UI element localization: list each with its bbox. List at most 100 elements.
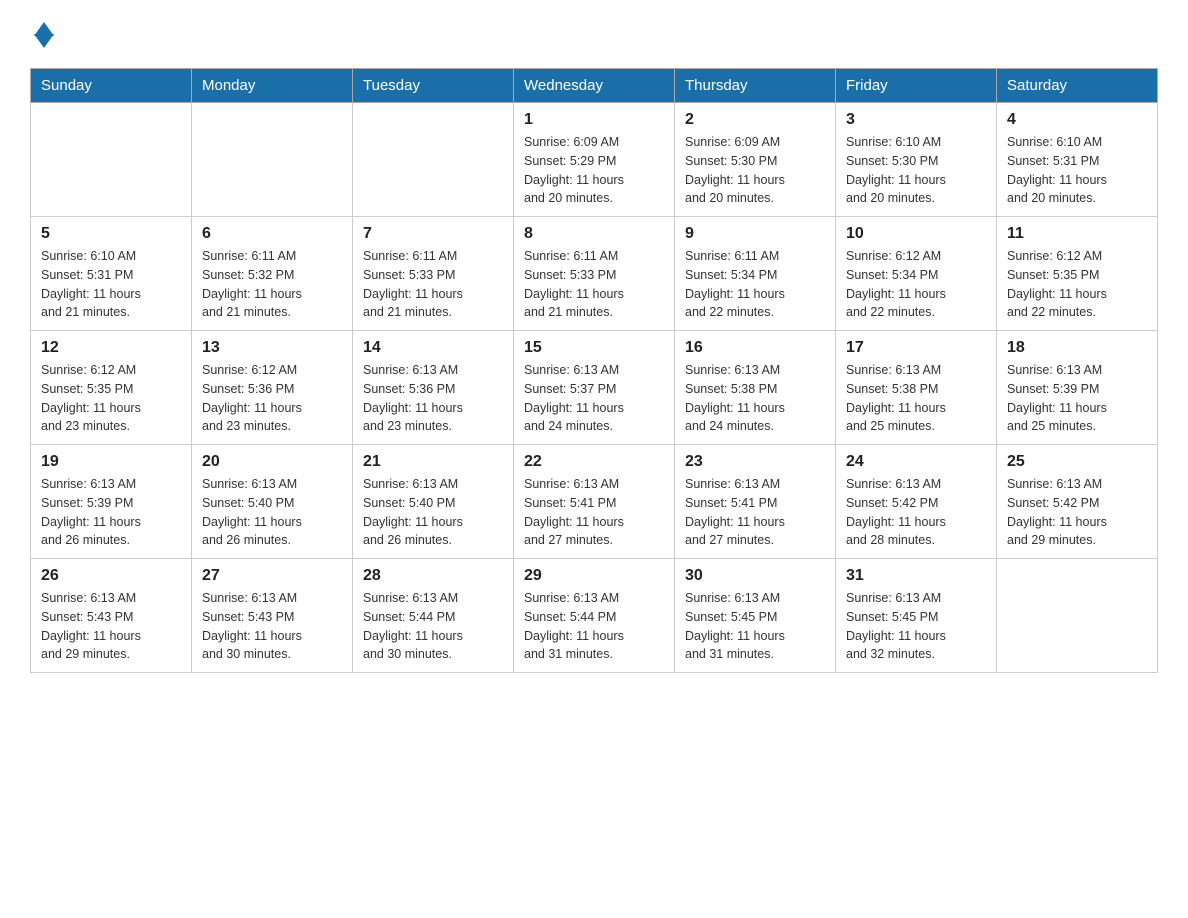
day-info: Sunrise: 6:12 AM Sunset: 5:35 PM Dayligh…: [1007, 247, 1147, 322]
day-number: 28: [363, 567, 503, 585]
day-number: 24: [846, 453, 986, 471]
day-number: 5: [41, 225, 181, 243]
day-number: 10: [846, 225, 986, 243]
day-info: Sunrise: 6:10 AM Sunset: 5:31 PM Dayligh…: [41, 247, 181, 322]
day-info: Sunrise: 6:13 AM Sunset: 5:38 PM Dayligh…: [685, 361, 825, 436]
day-info: Sunrise: 6:13 AM Sunset: 5:45 PM Dayligh…: [846, 589, 986, 664]
calendar-cell: 24 Sunrise: 6:13 AM Sunset: 5:42 PM Dayli…: [836, 445, 997, 559]
day-number: 31: [846, 567, 986, 585]
day-info: Sunrise: 6:13 AM Sunset: 5:39 PM Dayligh…: [41, 475, 181, 550]
day-info: Sunrise: 6:13 AM Sunset: 5:42 PM Dayligh…: [846, 475, 986, 550]
day-info: Sunrise: 6:11 AM Sunset: 5:33 PM Dayligh…: [363, 247, 503, 322]
day-number: 21: [363, 453, 503, 471]
day-number: 4: [1007, 111, 1147, 129]
day-info: Sunrise: 6:11 AM Sunset: 5:32 PM Dayligh…: [202, 247, 342, 322]
day-number: 30: [685, 567, 825, 585]
calendar-cell: 26 Sunrise: 6:13 AM Sunset: 5:43 PM Dayli…: [31, 559, 192, 673]
calendar-week-row: 1 Sunrise: 6:09 AM Sunset: 5:29 PM Daylig…: [31, 103, 1158, 217]
calendar-cell: 7 Sunrise: 6:11 AM Sunset: 5:33 PM Daylig…: [353, 217, 514, 331]
calendar-cell: 23 Sunrise: 6:13 AM Sunset: 5:41 PM Dayli…: [675, 445, 836, 559]
day-info: Sunrise: 6:12 AM Sunset: 5:35 PM Dayligh…: [41, 361, 181, 436]
calendar-cell: [192, 103, 353, 217]
day-info: Sunrise: 6:13 AM Sunset: 5:40 PM Dayligh…: [202, 475, 342, 550]
day-info: Sunrise: 6:13 AM Sunset: 5:43 PM Dayligh…: [202, 589, 342, 664]
calendar-cell: 12 Sunrise: 6:12 AM Sunset: 5:35 PM Dayli…: [31, 331, 192, 445]
calendar-header-monday: Monday: [192, 69, 353, 103]
day-number: 15: [524, 339, 664, 357]
calendar-week-row: 26 Sunrise: 6:13 AM Sunset: 5:43 PM Dayli…: [31, 559, 1158, 673]
calendar-cell: [997, 559, 1158, 673]
day-info: Sunrise: 6:13 AM Sunset: 5:36 PM Dayligh…: [363, 361, 503, 436]
day-number: 7: [363, 225, 503, 243]
calendar-cell: 6 Sunrise: 6:11 AM Sunset: 5:32 PM Daylig…: [192, 217, 353, 331]
day-info: Sunrise: 6:11 AM Sunset: 5:34 PM Dayligh…: [685, 247, 825, 322]
day-info: Sunrise: 6:13 AM Sunset: 5:42 PM Dayligh…: [1007, 475, 1147, 550]
day-number: 1: [524, 111, 664, 129]
day-info: Sunrise: 6:10 AM Sunset: 5:30 PM Dayligh…: [846, 133, 986, 208]
day-number: 26: [41, 567, 181, 585]
calendar-cell: 10 Sunrise: 6:12 AM Sunset: 5:34 PM Dayli…: [836, 217, 997, 331]
calendar-cell: 30 Sunrise: 6:13 AM Sunset: 5:45 PM Dayli…: [675, 559, 836, 673]
day-number: 19: [41, 453, 181, 471]
day-info: Sunrise: 6:10 AM Sunset: 5:31 PM Dayligh…: [1007, 133, 1147, 208]
page-header: [30, 20, 1158, 48]
calendar-week-row: 19 Sunrise: 6:13 AM Sunset: 5:39 PM Dayli…: [31, 445, 1158, 559]
calendar-cell: 3 Sunrise: 6:10 AM Sunset: 5:30 PM Daylig…: [836, 103, 997, 217]
day-number: 6: [202, 225, 342, 243]
calendar-cell: 25 Sunrise: 6:13 AM Sunset: 5:42 PM Dayli…: [997, 445, 1158, 559]
calendar-week-row: 5 Sunrise: 6:10 AM Sunset: 5:31 PM Daylig…: [31, 217, 1158, 331]
day-info: Sunrise: 6:13 AM Sunset: 5:45 PM Dayligh…: [685, 589, 825, 664]
day-number: 27: [202, 567, 342, 585]
calendar-cell: 16Sunrise: 6:13 AM Sunset: 5:38 PM Dayli…: [675, 331, 836, 445]
calendar-cell: 14 Sunrise: 6:13 AM Sunset: 5:36 PM Dayli…: [353, 331, 514, 445]
calendar-header-wednesday: Wednesday: [514, 69, 675, 103]
day-number: 29: [524, 567, 664, 585]
day-info: Sunrise: 6:13 AM Sunset: 5:43 PM Dayligh…: [41, 589, 181, 664]
calendar-table: SundayMondayTuesdayWednesdayThursdayFrid…: [30, 68, 1158, 673]
calendar-header-tuesday: Tuesday: [353, 69, 514, 103]
calendar-cell: 22Sunrise: 6:13 AM Sunset: 5:41 PM Dayli…: [514, 445, 675, 559]
calendar-cell: 15 Sunrise: 6:13 AM Sunset: 5:37 PM Dayli…: [514, 331, 675, 445]
day-number: 20: [202, 453, 342, 471]
day-number: 2: [685, 111, 825, 129]
calendar-header-thursday: Thursday: [675, 69, 836, 103]
calendar-cell: 8 Sunrise: 6:11 AM Sunset: 5:33 PM Daylig…: [514, 217, 675, 331]
calendar-cell: 1 Sunrise: 6:09 AM Sunset: 5:29 PM Daylig…: [514, 103, 675, 217]
day-number: 3: [846, 111, 986, 129]
calendar-cell: 17Sunrise: 6:13 AM Sunset: 5:38 PM Dayli…: [836, 331, 997, 445]
calendar-header-sunday: Sunday: [31, 69, 192, 103]
calendar-cell: 28 Sunrise: 6:13 AM Sunset: 5:44 PM Dayli…: [353, 559, 514, 673]
day-number: 12: [41, 339, 181, 357]
calendar-cell: [31, 103, 192, 217]
calendar-cell: 9 Sunrise: 6:11 AM Sunset: 5:34 PM Daylig…: [675, 217, 836, 331]
day-info: Sunrise: 6:13 AM Sunset: 5:44 PM Dayligh…: [363, 589, 503, 664]
calendar-cell: 2 Sunrise: 6:09 AM Sunset: 5:30 PM Daylig…: [675, 103, 836, 217]
day-info: Sunrise: 6:13 AM Sunset: 5:41 PM Dayligh…: [685, 475, 825, 550]
day-info: Sunrise: 6:13 AM Sunset: 5:38 PM Dayligh…: [846, 361, 986, 436]
day-number: 8: [524, 225, 664, 243]
day-info: Sunrise: 6:12 AM Sunset: 5:36 PM Dayligh…: [202, 361, 342, 436]
calendar-cell: 5 Sunrise: 6:10 AM Sunset: 5:31 PM Daylig…: [31, 217, 192, 331]
calendar-header-row: SundayMondayTuesdayWednesdayThursdayFrid…: [31, 69, 1158, 103]
calendar-cell: 13 Sunrise: 6:12 AM Sunset: 5:36 PM Dayli…: [192, 331, 353, 445]
day-number: 13: [202, 339, 342, 357]
day-info: Sunrise: 6:09 AM Sunset: 5:30 PM Dayligh…: [685, 133, 825, 208]
calendar-header-friday: Friday: [836, 69, 997, 103]
day-info: Sunrise: 6:13 AM Sunset: 5:39 PM Dayligh…: [1007, 361, 1147, 436]
day-info: Sunrise: 6:13 AM Sunset: 5:41 PM Dayligh…: [524, 475, 664, 550]
day-info: Sunrise: 6:12 AM Sunset: 5:34 PM Dayligh…: [846, 247, 986, 322]
day-info: Sunrise: 6:13 AM Sunset: 5:37 PM Dayligh…: [524, 361, 664, 436]
calendar-cell: 20 Sunrise: 6:13 AM Sunset: 5:40 PM Dayli…: [192, 445, 353, 559]
calendar-cell: 31 Sunrise: 6:13 AM Sunset: 5:45 PM Dayli…: [836, 559, 997, 673]
day-number: 14: [363, 339, 503, 357]
day-info: Sunrise: 6:11 AM Sunset: 5:33 PM Dayligh…: [524, 247, 664, 322]
logo-icon: [34, 22, 54, 48]
day-info: Sunrise: 6:09 AM Sunset: 5:29 PM Dayligh…: [524, 133, 664, 208]
calendar-cell: 29 Sunrise: 6:13 AM Sunset: 5:44 PM Dayli…: [514, 559, 675, 673]
calendar-cell: 11Sunrise: 6:12 AM Sunset: 5:35 PM Dayli…: [997, 217, 1158, 331]
day-number: 9: [685, 225, 825, 243]
day-info: Sunrise: 6:13 AM Sunset: 5:44 PM Dayligh…: [524, 589, 664, 664]
day-number: 23: [685, 453, 825, 471]
logo: [30, 20, 54, 48]
day-number: 25: [1007, 453, 1147, 471]
